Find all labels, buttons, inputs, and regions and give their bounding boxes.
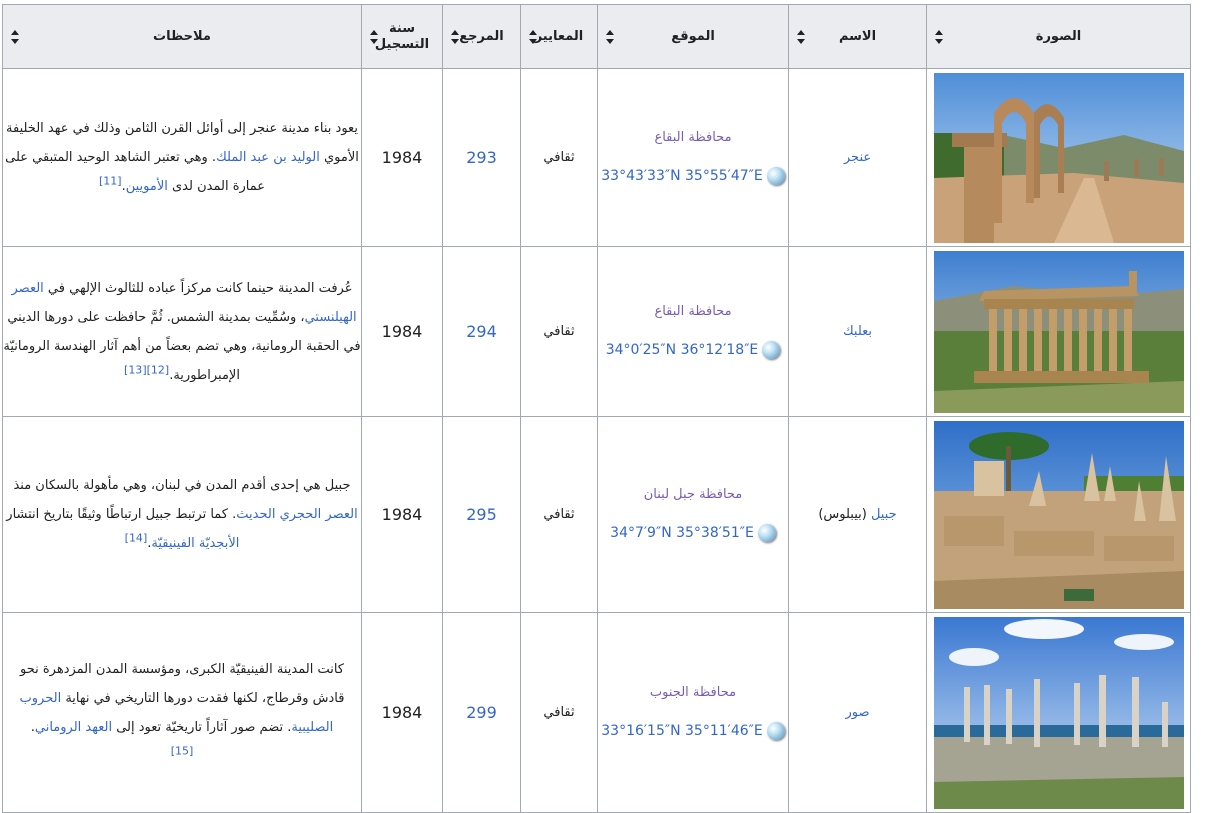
- sort-arrows-icon[interactable]: [935, 29, 943, 44]
- reference-link[interactable]: 299: [466, 703, 497, 722]
- notes-cell: جبيل هي إحدى أقدم المدن في لبنان، وهي مأ…: [2, 416, 362, 613]
- year-cell: 1984: [361, 612, 443, 813]
- location-cell: محافظة البقاع 33°43′33″N 35°55′47″E: [597, 68, 789, 247]
- year-cell: 1984: [361, 416, 443, 613]
- sort-arrows-icon[interactable]: [11, 29, 19, 44]
- sort-arrows-icon[interactable]: [606, 29, 614, 44]
- citation-link[interactable]: [11]: [99, 175, 122, 188]
- criteria-value: ثقافي: [543, 507, 575, 522]
- notes-cell: عُرفت المدينة حينما كانت مركزاً عباده لل…: [2, 246, 362, 417]
- coordinates-link[interactable]: 34°0′25″N 36°12′18″E: [606, 342, 759, 358]
- criteria-value: ثقافي: [543, 150, 575, 165]
- table-row: عنجر محافظة البقاع 33°43′33″N 35°55′47″E…: [2, 68, 1191, 247]
- globe-icon[interactable]: [766, 167, 785, 185]
- site-name-link[interactable]: جبيل: [871, 507, 897, 522]
- globe-icon[interactable]: [766, 722, 785, 740]
- region-link[interactable]: محافظة البقاع: [598, 304, 788, 319]
- notes-text: كانت المدينة الفينيقيّة الكبرى، ومؤسسة ا…: [20, 661, 345, 706]
- reference-cell: 299: [442, 612, 521, 813]
- globe-icon[interactable]: [762, 341, 781, 359]
- citation-link[interactable]: [14]: [125, 532, 148, 545]
- image-cell: [926, 246, 1191, 417]
- site-alt-name: (بيبلوس): [818, 507, 867, 522]
- site-name-link[interactable]: صور: [845, 705, 869, 720]
- table-row: بعلبك محافظة البقاع 34°0′25″N 36°12′18″E…: [2, 246, 1191, 417]
- sort-arrows-icon[interactable]: [451, 29, 459, 44]
- criteria-value: ثقافي: [543, 705, 575, 720]
- reference-link[interactable]: 295: [466, 505, 497, 524]
- year-value: 1984: [381, 322, 423, 341]
- criteria-cell: ثقافي: [520, 246, 598, 417]
- notes-text: . كما ترتبط جبيل ارتباطًا وثيقًا بتاريخ …: [6, 507, 237, 522]
- site-name-link[interactable]: عنجر: [844, 150, 871, 165]
- location-cell: محافظة جبل لبنان 34°7′9″N 35°38′51″E: [597, 416, 789, 613]
- notes-text: . تضم صور آثاراً تاريخيّة تعود إلى: [112, 719, 292, 735]
- name-cell: جبيل (بيبلوس): [788, 416, 927, 613]
- year-cell: 1984: [361, 68, 443, 247]
- notes-link[interactable]: الوليد بن عبد الملك: [216, 150, 320, 165]
- notes-cell: كانت المدينة الفينيقيّة الكبرى، ومؤسسة ا…: [2, 612, 362, 813]
- notes-link[interactable]: العهد الروماني: [35, 720, 112, 735]
- sort-arrows-icon[interactable]: [797, 29, 805, 44]
- notes-text: عُرفت المدينة حينما كانت مركزاً عباده لل…: [43, 280, 353, 296]
- coordinates: 33°16′15″N 35°11′46″E: [601, 722, 785, 740]
- heritage-sites-table: الصورة الاسم الموقع المعايير المرجع سنة ا…: [2, 4, 1191, 813]
- column-header-name[interactable]: الاسم: [788, 4, 927, 69]
- notes-link[interactable]: الأبجديّة الفينيقيّة: [151, 536, 239, 551]
- name-cell: بعلبك: [788, 246, 927, 417]
- coordinates-link[interactable]: 33°16′15″N 35°11′46″E: [601, 723, 762, 739]
- notes-link[interactable]: الأمويين: [126, 179, 168, 194]
- image-cell: [926, 68, 1191, 247]
- citation-link[interactable]: [12][13]: [124, 363, 169, 376]
- reference-link[interactable]: 293: [466, 148, 497, 167]
- header-row: الصورة الاسم الموقع المعايير المرجع سنة ا…: [2, 4, 1191, 69]
- region-link[interactable]: محافظة البقاع: [598, 130, 788, 145]
- year-value: 1984: [381, 703, 423, 722]
- citation-link[interactable]: [15]: [171, 744, 194, 757]
- reference-cell: 294: [442, 246, 521, 417]
- coordinates: 33°43′33″N 35°55′47″E: [601, 167, 785, 185]
- column-header-image[interactable]: الصورة: [926, 4, 1191, 69]
- coordinates-link[interactable]: 34°7′9″N 35°38′51″E: [610, 525, 754, 541]
- column-header-location[interactable]: الموقع: [597, 4, 789, 69]
- sort-arrows-icon[interactable]: [370, 29, 378, 44]
- criteria-cell: ثقافي: [520, 68, 598, 247]
- column-header-reference[interactable]: المرجع: [442, 4, 521, 69]
- location-cell: محافظة البقاع 34°0′25″N 36°12′18″E: [597, 246, 789, 417]
- site-photo-byblos[interactable]: [933, 420, 1184, 609]
- region-link[interactable]: محافظة جبل لبنان: [598, 487, 788, 502]
- year-value: 1984: [381, 505, 423, 524]
- column-header-criteria[interactable]: المعايير: [520, 4, 598, 69]
- notes-link[interactable]: العصر الحجري الحديث: [236, 507, 357, 522]
- name-cell: عنجر: [788, 68, 927, 247]
- criteria-cell: ثقافي: [520, 416, 598, 613]
- year-cell: 1984: [361, 246, 443, 417]
- year-value: 1984: [381, 148, 423, 167]
- region-link[interactable]: محافظة الجنوب: [598, 685, 788, 700]
- image-cell: [926, 612, 1191, 813]
- coordinates-link[interactable]: 33°43′33″N 35°55′47″E: [601, 168, 762, 184]
- criteria-cell: ثقافي: [520, 612, 598, 813]
- table-row: جبيل (بيبلوس) محافظة جبل لبنان 34°7′9″N …: [2, 416, 1191, 613]
- criteria-value: ثقافي: [543, 324, 575, 339]
- notes-text: جبيل هي إحدى أقدم المدن في لبنان، وهي مأ…: [13, 478, 351, 493]
- name-cell: صور: [788, 612, 927, 813]
- table-row: صور محافظة الجنوب 33°16′15″N 35°11′46″E …: [2, 612, 1191, 813]
- coordinates: 34°0′25″N 36°12′18″E: [606, 341, 781, 359]
- image-cell: [926, 416, 1191, 613]
- location-cell: محافظة الجنوب 33°16′15″N 35°11′46″E: [597, 612, 789, 813]
- site-photo-tyre[interactable]: [933, 616, 1184, 809]
- site-name-link[interactable]: بعلبك: [843, 324, 872, 339]
- reference-cell: 293: [442, 68, 521, 247]
- sort-arrows-icon[interactable]: [529, 29, 537, 44]
- column-header-year[interactable]: سنة التسجيل: [361, 4, 443, 69]
- globe-icon[interactable]: [757, 524, 776, 542]
- column-header-notes[interactable]: ملاحظات: [2, 4, 362, 69]
- reference-cell: 295: [442, 416, 521, 613]
- site-photo-anjar[interactable]: [933, 72, 1184, 243]
- site-photo-baalbek[interactable]: [933, 250, 1184, 413]
- coordinates: 34°7′9″N 35°38′51″E: [610, 524, 776, 542]
- notes-cell: يعود بناء مدينة عنجر إلى أوائل القرن الث…: [2, 68, 362, 247]
- reference-link[interactable]: 294: [466, 322, 497, 341]
